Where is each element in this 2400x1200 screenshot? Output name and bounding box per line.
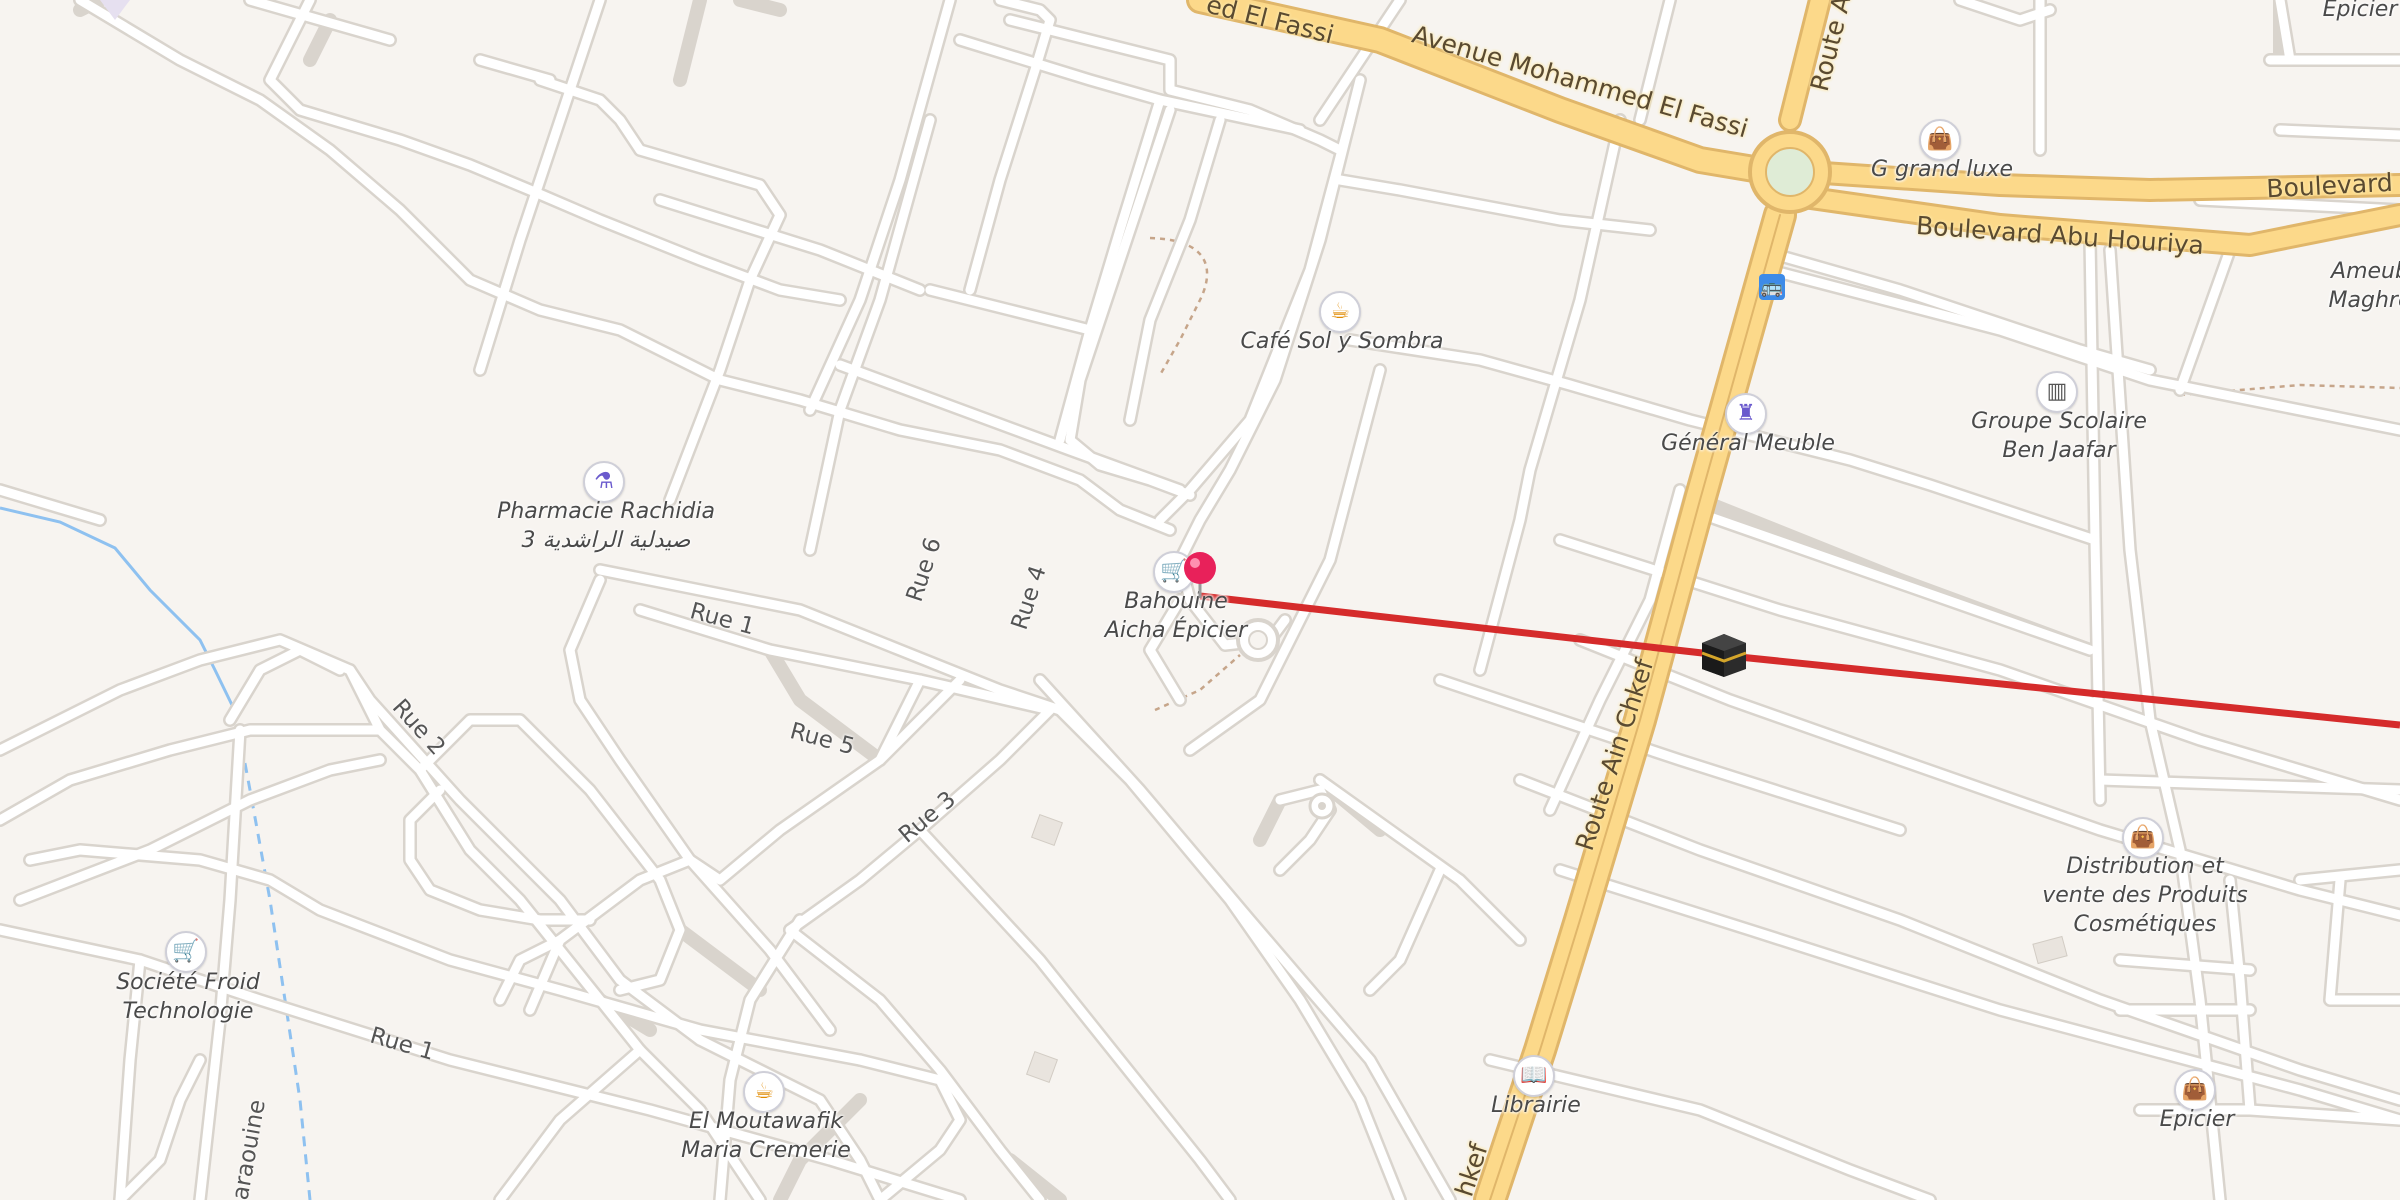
pharmacy-icon[interactable]: ⚗	[583, 461, 625, 503]
poi-label-cosmetiques: Cosmétiques	[2073, 911, 2217, 937]
book-icon[interactable]: 📖	[1513, 1055, 1555, 1097]
cafe-icon[interactable]: ☕	[743, 1071, 785, 1113]
poi-label-maria-cremerie: Maria Cremerie	[681, 1137, 851, 1163]
poi-label-pharmacie-rachidia-arabic: 3 صيدلية الراشدية	[521, 527, 691, 553]
cafe-icon[interactable]: ☕	[1319, 291, 1361, 333]
shop-icon[interactable]: 👜	[2174, 1069, 2216, 1111]
lamp-icon[interactable]: ♜	[1725, 393, 1767, 435]
school-icon[interactable]: ▥	[2036, 371, 2078, 413]
poi-label-el-moutawafik: El Moutawafik	[689, 1108, 843, 1134]
building	[1030, 813, 1064, 847]
poi-label-maghre: Maghre	[2328, 287, 2400, 313]
stream-line	[0, 506, 234, 706]
poi-label-general-meuble: Général Meuble	[1661, 430, 1835, 456]
poi-label-distribution: Distribution et	[2066, 853, 2224, 879]
shop-icon[interactable]: 👜	[1919, 119, 1961, 161]
shop-icon[interactable]: 👜	[2122, 817, 2164, 859]
turning-circle-center	[1318, 802, 1326, 810]
small-roundabout-center	[1248, 630, 1268, 650]
poi-label-cafe-sol-y-sombra: Café Sol y Sombra	[1240, 328, 1444, 354]
location-pin-icon[interactable]	[1180, 550, 1220, 600]
poi-label-g-grand-luxe: G grand luxe	[1870, 156, 2014, 182]
bus-stop-icon[interactable]: 🚌	[1759, 274, 1785, 300]
poi-label-societe-froid: Société Froid	[116, 969, 260, 995]
poi-label-groupe-scolaire: Groupe Scolaire	[1971, 408, 2147, 434]
poi-label-ben-jaafar: Ben Jaafar	[2002, 437, 2116, 463]
poi-label-pharmacie-rachidia: Pharmacie Rachidia	[497, 498, 715, 524]
poi-label-librairie: Librairie	[1491, 1092, 1581, 1118]
map-canvas[interactable]: Avenue Mohammed El Fassi ed El Fassi Rou…	[0, 0, 2400, 1200]
poi-label-ameub: Ameub	[2331, 258, 2400, 284]
poi-label-epicier: Epicier	[2159, 1106, 2235, 1132]
building	[1025, 1050, 1059, 1084]
shopping-cart-icon[interactable]: 🛒	[165, 931, 207, 973]
kaaba-icon[interactable]	[1699, 629, 1749, 679]
poi-label-technologie: Technologie	[122, 998, 254, 1024]
poi-label-vente-des-produits: vente des Produits	[2042, 882, 2248, 908]
roundabout-island	[1765, 147, 1815, 197]
poi-label-aicha-epicier: Aicha Épicier	[1104, 617, 1248, 643]
poi-label-epicier-top: Epicier	[2322, 0, 2398, 22]
building	[2032, 935, 2068, 965]
